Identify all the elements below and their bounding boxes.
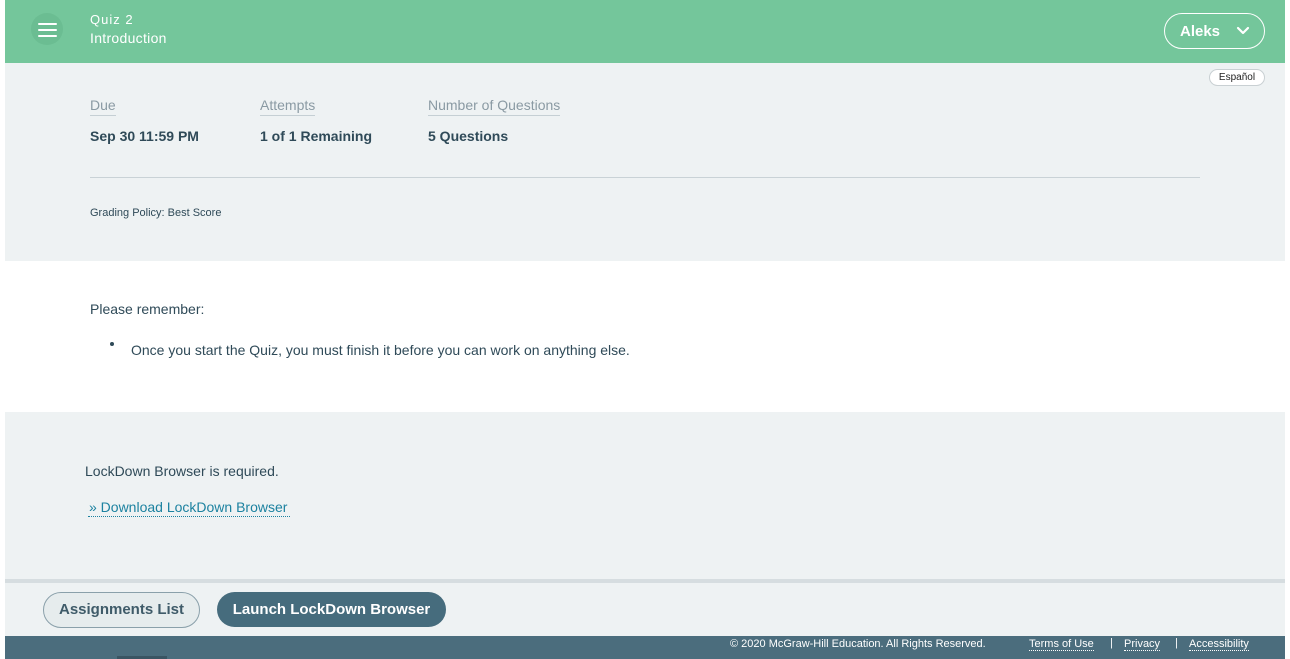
language-toggle-button[interactable]: Español <box>1209 69 1265 86</box>
lockdown-required-text: LockDown Browser is required. <box>85 463 279 479</box>
terms-of-use-link[interactable]: Terms of Use <box>1029 638 1094 651</box>
questions-label: Number of Questions <box>428 97 561 116</box>
privacy-link[interactable]: Privacy <box>1124 638 1161 651</box>
reminder-heading: Please remember: <box>90 301 205 317</box>
top-header: Quiz 2 Introduction Aleks <box>5 0 1285 63</box>
quiz-intro-page: Quiz 2 Introduction Aleks Español Due Se… <box>5 0 1285 659</box>
user-name: Aleks <box>1180 23 1221 40</box>
copyright-text: © 2020 McGraw-Hill Education. All Rights… <box>730 638 986 650</box>
due-label: Due <box>90 97 116 116</box>
grading-policy: Grading Policy: Best Score <box>90 207 222 219</box>
reminder-panel: Please remember: Once you start the Quiz… <box>5 261 1285 412</box>
footer-separator: | <box>1175 637 1178 649</box>
accessibility-link[interactable]: Accessibility <box>1189 638 1249 651</box>
chevron-down-icon <box>1236 26 1250 35</box>
quiz-title: Quiz 2 <box>90 12 134 27</box>
attempts-label: Attempts <box>260 97 316 116</box>
quiz-subtitle: Introduction <box>90 30 167 46</box>
attempts-value: 1 of 1 Remaining <box>260 128 373 144</box>
assignments-list-button[interactable]: Assignments List <box>43 592 200 628</box>
user-menu-button[interactable]: Aleks <box>1164 13 1265 49</box>
launch-lockdown-button[interactable]: Launch LockDown Browser <box>217 592 446 627</box>
due-value: Sep 30 11:59 PM <box>90 128 199 144</box>
questions-value: 5 Questions <box>428 128 509 144</box>
info-divider <box>90 177 1200 178</box>
window-edge <box>1285 0 1290 659</box>
reminder-item: Once you start the Quiz, you must finish… <box>131 342 630 358</box>
download-lockdown-link[interactable]: » Download LockDown Browser <box>88 499 291 517</box>
page-footer: © 2020 McGraw-Hill Education. All Rights… <box>5 636 1285 659</box>
hamburger-menu-icon[interactable] <box>31 13 63 45</box>
footer-separator: | <box>1110 637 1113 649</box>
action-bar-divider <box>5 579 1285 583</box>
bullet-icon <box>110 342 114 346</box>
